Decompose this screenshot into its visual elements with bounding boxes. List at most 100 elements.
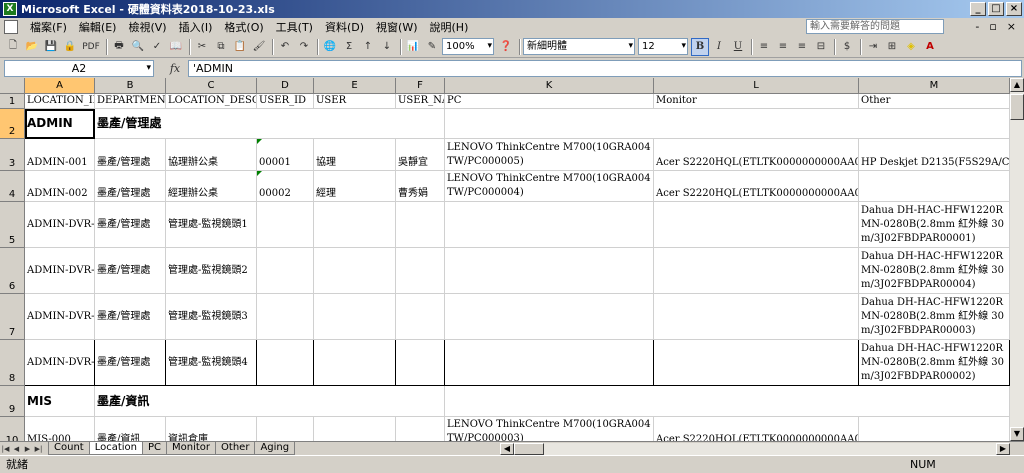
chart-wizard-icon[interactable]: 📊 xyxy=(404,38,422,56)
menu-help[interactable]: 說明(H) xyxy=(424,19,475,35)
cell-m1[interactable]: Other xyxy=(859,94,1010,109)
select-all-corner[interactable] xyxy=(0,78,25,94)
help-icon[interactable]: ❓ xyxy=(497,38,515,56)
tab-location[interactable]: Location xyxy=(88,442,143,455)
zoom-select[interactable]: 100% xyxy=(442,38,494,55)
cell-l4[interactable]: Acer S2220HQL(ETLTK0000000000AA00003) xyxy=(654,171,859,202)
scroll-left-arrow-icon[interactable]: ◀ xyxy=(500,443,514,455)
cell-c5[interactable]: 管理處-監視鏡頭1 xyxy=(166,202,257,248)
tab-other[interactable]: Other xyxy=(215,442,256,455)
cell-a1[interactable]: LOCATION_ID xyxy=(25,94,95,109)
cell-f5[interactable] xyxy=(396,202,445,248)
formula-input[interactable]: 'ADMIN xyxy=(188,59,1022,77)
paste-icon[interactable]: 📋 xyxy=(231,38,249,56)
cell-a4[interactable]: ADMIN-002 xyxy=(25,171,95,202)
save-icon[interactable]: 💾 xyxy=(42,38,60,56)
align-right-icon[interactable]: ≡ xyxy=(793,38,811,56)
cell-k9[interactable] xyxy=(445,386,1010,417)
cell-m5[interactable]: Dahua DH-HAC-HFW1220RMN-0280B(2.8mm 紅外線 … xyxy=(859,202,1010,248)
cell-m6[interactable]: Dahua DH-HAC-HFW1220RMN-0280B(2.8mm 紅外線 … xyxy=(859,248,1010,294)
borders-icon[interactable]: ⊞ xyxy=(883,38,901,56)
pdf-button[interactable]: PDF xyxy=(80,38,102,56)
cell-k5[interactable] xyxy=(445,202,654,248)
underline-button[interactable]: U xyxy=(729,38,747,56)
align-center-icon[interactable]: ≡ xyxy=(774,38,792,56)
cell-d3[interactable]: 00001 xyxy=(257,139,314,171)
research-icon[interactable]: 📖 xyxy=(167,38,185,56)
tab-aging[interactable]: Aging xyxy=(254,442,296,455)
column-header-b[interactable]: B xyxy=(95,78,166,94)
cell-f8[interactable] xyxy=(396,340,445,386)
cell-e1[interactable]: USER xyxy=(314,94,396,109)
scroll-down-arrow-icon[interactable]: ▼ xyxy=(1010,427,1024,441)
redo-icon[interactable]: ↷ xyxy=(295,38,313,56)
cell-k1[interactable]: PC xyxy=(445,94,654,109)
menu-file[interactable]: 檔案(F) xyxy=(24,19,73,35)
menu-edit[interactable]: 編輯(E) xyxy=(73,19,123,35)
cell-d5[interactable] xyxy=(257,202,314,248)
cell-f4[interactable]: 曹秀娟 xyxy=(396,171,445,202)
row-header-6[interactable]: 6 xyxy=(0,248,25,294)
drawing-icon[interactable]: ✎ xyxy=(423,38,441,56)
cell-c10[interactable]: 資訊倉庫 xyxy=(166,417,257,441)
cell-e8[interactable] xyxy=(314,340,396,386)
print-preview-icon[interactable]: 🔍 xyxy=(129,38,147,56)
cell-c6[interactable]: 管理處-監視鏡頭2 xyxy=(166,248,257,294)
cell-e6[interactable] xyxy=(314,248,396,294)
cell-b5[interactable]: 墨產/管理處 xyxy=(95,202,166,248)
cell-l8[interactable] xyxy=(654,340,859,386)
worksheet-grid[interactable]: A B C D E F K L M 1 2 3 4 5 6 7 8 9 10 L… xyxy=(0,78,1010,441)
function-icon[interactable]: fx xyxy=(162,62,188,75)
cell-f3[interactable]: 吳靜宜 xyxy=(396,139,445,171)
cell-d1[interactable]: USER_ID xyxy=(257,94,314,109)
name-box[interactable]: A2 xyxy=(4,59,154,77)
tab-monitor[interactable]: Monitor xyxy=(166,442,217,455)
doc-minimize-button[interactable]: - xyxy=(975,20,979,33)
cell-d7[interactable] xyxy=(257,294,314,340)
cell-f7[interactable] xyxy=(396,294,445,340)
row-header-8[interactable]: 8 xyxy=(0,340,25,386)
format-painter-icon[interactable]: 🖌 xyxy=(250,38,268,56)
cell-a8[interactable]: ADMIN-DVR-0 xyxy=(25,340,95,386)
vertical-scroll-thumb[interactable] xyxy=(1010,94,1024,120)
cell-k6[interactable] xyxy=(445,248,654,294)
workbook-icon[interactable] xyxy=(4,20,18,34)
sort-ascending-icon[interactable]: ↑ xyxy=(359,38,377,56)
cell-b10[interactable]: 墨產/資訊 xyxy=(95,417,166,441)
cell-l6[interactable] xyxy=(654,248,859,294)
cell-e7[interactable] xyxy=(314,294,396,340)
column-header-f[interactable]: F xyxy=(396,78,445,94)
italic-button[interactable]: I xyxy=(710,38,728,56)
doc-restore-button[interactable]: ▫ xyxy=(989,20,996,33)
menu-view[interactable]: 檢視(V) xyxy=(122,19,172,35)
cell-a5[interactable]: ADMIN-DVR-0 xyxy=(25,202,95,248)
cell-c1[interactable]: LOCATION_DESCR xyxy=(166,94,257,109)
cell-k8[interactable] xyxy=(445,340,654,386)
copy-icon[interactable]: ⧉ xyxy=(212,38,230,56)
align-left-icon[interactable]: ≡ xyxy=(755,38,773,56)
cell-b4[interactable]: 墨產/管理處 xyxy=(95,171,166,202)
menu-data[interactable]: 資料(D) xyxy=(319,19,370,35)
last-sheet-icon[interactable]: ▶| xyxy=(33,443,44,455)
cell-d8[interactable] xyxy=(257,340,314,386)
column-header-c[interactable]: C xyxy=(166,78,257,94)
cell-l1[interactable]: Monitor xyxy=(654,94,859,109)
cell-d10[interactable] xyxy=(257,417,314,441)
column-header-d[interactable]: D xyxy=(257,78,314,94)
cell-l3[interactable]: Acer S2220HQL(ETLTK0000000000AA00004) xyxy=(654,139,859,171)
cell-a3[interactable]: ADMIN-001 xyxy=(25,139,95,171)
merge-center-icon[interactable]: ⊟ xyxy=(812,38,830,56)
cell-k10[interactable]: LENOVO ThinkCentre M700(10GRA004TW/PC000… xyxy=(445,417,654,441)
column-header-m[interactable]: M xyxy=(859,78,1010,94)
vertical-scrollbar[interactable]: ▲ ▼ xyxy=(1010,78,1024,441)
undo-icon[interactable]: ↶ xyxy=(276,38,294,56)
scroll-right-arrow-icon[interactable]: ▶ xyxy=(996,443,1010,455)
cell-l5[interactable] xyxy=(654,202,859,248)
cut-icon[interactable]: ✂ xyxy=(193,38,211,56)
cell-a7[interactable]: ADMIN-DVR-0 xyxy=(25,294,95,340)
scroll-up-arrow-icon[interactable]: ▲ xyxy=(1010,78,1024,92)
cell-m3[interactable]: HP Deskjet D2135(F5S29A/CN7000 xyxy=(859,139,1010,171)
cell-c3[interactable]: 協理辦公桌 xyxy=(166,139,257,171)
cell-b8[interactable]: 墨產/管理處 xyxy=(95,340,166,386)
fill-color-icon[interactable]: ◈ xyxy=(902,38,920,56)
